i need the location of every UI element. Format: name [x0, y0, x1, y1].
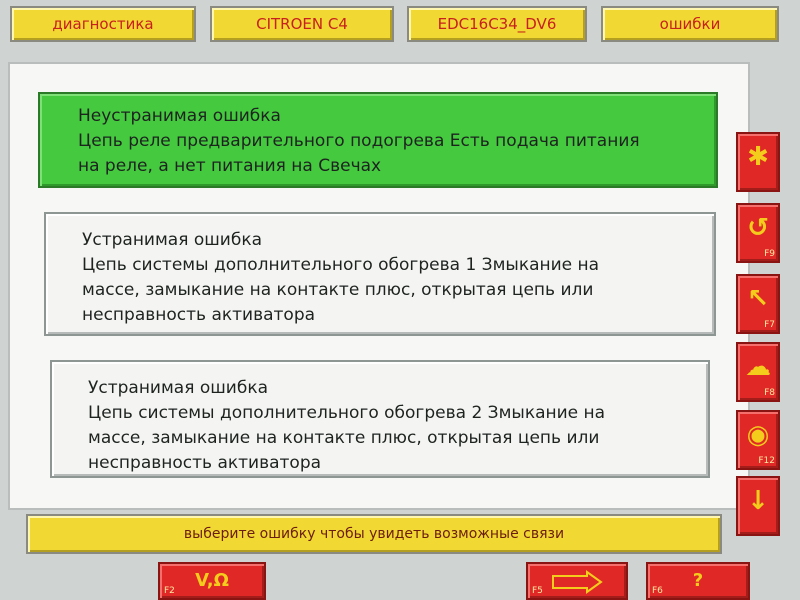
tab-vehicle-label: CITROEN C4: [256, 15, 348, 33]
help-icon: ?: [692, 570, 704, 591]
fault-type: Устранимая ошибка: [88, 378, 269, 398]
undo-arrow-icon: ↺: [747, 213, 769, 243]
fault-description-line: несправность активатора: [88, 453, 322, 473]
fault-card-2[interactable]: Устранимая ошибка Цепь системы дополните…: [44, 212, 716, 336]
tab-diagnostics-label: диагностика: [52, 15, 154, 33]
fault-type: Устранимая ошибка: [82, 230, 263, 250]
fault-card-3[interactable]: Устранимая ошибка Цепь системы дополните…: [50, 360, 710, 478]
fault-description-line: массе, замыкание на контакте плюс, откры…: [82, 280, 594, 300]
arrow-up-left-icon: ↖: [747, 284, 769, 314]
asterisk-icon: ✱: [747, 142, 769, 172]
fault-description-line: Цепь системы дополнительного обогрева 2 …: [88, 403, 606, 423]
fkey-label: F8: [764, 388, 775, 398]
antenna-icon: ◉: [746, 420, 770, 450]
measure-button-f2[interactable]: F2 V,Ω: [158, 562, 266, 600]
tab-faults[interactable]: ошибки: [601, 6, 779, 42]
back-button-f9[interactable]: ↺ F9: [736, 203, 780, 263]
help-button-f6[interactable]: F6 ?: [646, 562, 750, 600]
tab-faults-label: ошибки: [659, 15, 721, 33]
function-button-f8[interactable]: ☁ F8: [736, 342, 780, 402]
fault-type: Неустранимая ошибка: [78, 106, 281, 126]
fault-description-line: массе, замыкание на контакте плюс, откры…: [88, 428, 600, 448]
fault-description-line: Цепь системы дополнительного обогрева 1 …: [82, 255, 600, 275]
meter-icon: V,Ω: [195, 570, 229, 591]
tab-diagnostics[interactable]: диагностика: [10, 6, 196, 42]
fkey-label: F9: [764, 249, 775, 259]
tab-ecu[interactable]: EDC16C34_DV6: [407, 6, 587, 42]
arrow-down-icon: ↓: [747, 486, 769, 516]
function-button-f12[interactable]: ◉ F12: [736, 410, 780, 470]
home-button-f7[interactable]: ↖ F7: [736, 274, 780, 334]
fkey-label: F7: [764, 320, 775, 330]
tab-ecu-label: EDC16C34_DV6: [437, 15, 557, 33]
fault-description-line: несправность активатора: [82, 305, 316, 325]
status-bar: выберите ошибку чтобы увидеть возможные …: [26, 514, 722, 554]
asterisk-button[interactable]: ✱: [736, 132, 780, 192]
connector-button-f5[interactable]: F5: [526, 562, 628, 600]
cloud-icon: ☁: [745, 352, 771, 382]
status-text: выберите ошибку чтобы увидеть возможные …: [183, 526, 565, 542]
scroll-down-button[interactable]: ↓: [736, 476, 780, 536]
fault-card-1[interactable]: Неустранимая ошибка Цепь реле предварите…: [38, 92, 718, 188]
connector-icon: [528, 570, 626, 599]
fault-description-line: Цепь реле предварительного подогрева Ест…: [78, 131, 640, 151]
fault-list-panel: Неустранимая ошибка Цепь реле предварите…: [8, 62, 750, 510]
fkey-label: F12: [758, 456, 775, 466]
tab-vehicle[interactable]: CITROEN C4: [210, 6, 394, 42]
fault-description-line: на реле, а нет питания на Свечах: [78, 156, 382, 176]
